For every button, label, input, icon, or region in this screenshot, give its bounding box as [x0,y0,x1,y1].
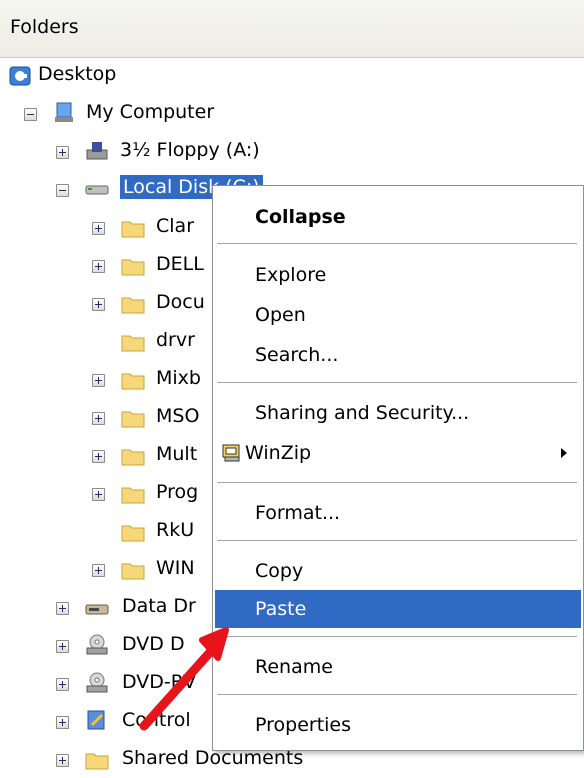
floppy-drive-icon [86,142,108,160]
menu-item-label: Explore [255,264,327,286]
tree-item-folder[interactable]: Prog [0,476,220,512]
control-panel-icon [87,710,105,730]
dvd-rw-drive-icon [86,672,108,693]
menu-item-label: WinZip [245,442,312,464]
menu-item-open[interactable]: Open [215,296,581,334]
folder-icon [121,373,145,390]
menu-item-label: Paste [255,598,307,620]
removable-drive-icon [85,604,109,615]
menu-item-label: Format... [255,502,341,524]
expand-toggle-icon[interactable] [92,298,105,311]
menu-item-label: Sharing and Security... [255,402,470,424]
tree-item-label: WIN [156,557,195,579]
desktop-icon [9,66,31,86]
menu-item-properties[interactable]: Properties [215,706,581,744]
expand-toggle-icon[interactable] [92,564,105,577]
expand-toggle-icon[interactable] [92,222,105,235]
menu-item-label: Rename [255,656,333,678]
tree-item-folder[interactable]: MSO [0,400,220,436]
tree-item-folder[interactable]: DELL [0,248,220,284]
folders-title: Folders [10,16,79,38]
tree-item-label: Prog [156,481,199,503]
folder-icon [85,753,109,770]
expand-toggle-icon[interactable] [92,260,105,273]
tree-item-folder[interactable]: RkU [0,514,220,550]
submenu-arrow-icon [561,448,567,458]
folder-icon [121,297,145,314]
menu-item-explore[interactable]: Explore [215,256,581,294]
dvd-drive-icon [86,634,108,655]
menu-item-label: Collapse [255,206,346,228]
menu-item-label: Properties [255,714,352,736]
tree-item-label: RkU [156,519,195,541]
tree-item-label: DELL [156,253,204,275]
tree-item-label: Desktop [38,63,117,85]
tree-item-label: MSO [156,405,200,427]
collapse-toggle-icon[interactable] [24,108,37,121]
folder-icon [121,259,145,276]
collapse-toggle-icon[interactable] [56,184,69,197]
context-menu: Collapse Explore Open Search... Sharing … [212,185,584,751]
menu-item-format[interactable]: Format... [215,494,581,532]
tree-item-label: Mixb [156,367,201,389]
expand-toggle-icon[interactable] [56,146,69,159]
folder-icon [121,487,145,504]
menu-item-sharing-security[interactable]: Sharing and Security... [215,394,581,432]
tree-item-folder[interactable]: Clar [0,210,220,246]
expand-toggle-icon[interactable] [56,602,69,615]
folders-panel-header: Folders [0,0,584,58]
folder-icon [121,525,145,542]
expand-toggle-icon[interactable] [92,450,105,463]
expand-toggle-icon[interactable] [92,488,105,501]
folder-icon [121,411,145,428]
folder-icon [121,221,145,238]
hard-disk-icon [85,185,109,195]
folder-icon [121,449,145,466]
tree-item-label: My Computer [86,101,215,123]
menu-separator [217,243,577,244]
menu-separator [217,636,577,637]
expand-toggle-icon[interactable] [92,374,105,387]
tree-item-folder[interactable]: Mixb [0,362,220,398]
tree-item-label: Docu [156,291,205,313]
menu-item-label: Search... [255,344,339,366]
expand-toggle-icon[interactable] [56,678,69,691]
folder-icon [121,335,145,352]
menu-item-rename[interactable]: Rename [215,648,581,686]
menu-item-copy[interactable]: Copy [215,552,581,590]
menu-item-winzip[interactable]: WinZip [215,434,581,472]
menu-separator [217,382,577,383]
expand-toggle-icon[interactable] [56,716,69,729]
red-arrow-annotation [139,627,229,731]
menu-separator [217,540,577,541]
tree-item-label: 3½ Floppy (A:) [120,139,260,161]
menu-item-search[interactable]: Search... [215,336,581,374]
winzip-icon [222,444,240,462]
menu-item-label: Copy [255,560,304,582]
tree-item-floppy[interactable]: 3½ Floppy (A:) [0,134,320,170]
menu-item-paste[interactable]: Paste [215,590,581,628]
expand-toggle-icon[interactable] [92,412,105,425]
menu-separator [217,694,577,695]
tree-item-my-computer[interactable]: My Computer [0,96,300,132]
menu-item-label: Open [255,304,306,326]
tree-item-label: Clar [156,215,194,237]
tree-item-desktop[interactable]: Desktop [0,58,300,94]
tree-item-label: drvr [156,329,195,351]
tree-item-folder[interactable]: Docu [0,286,220,322]
folder-icon [121,563,145,580]
tree-item-folder[interactable]: Mult [0,438,220,474]
tree-item-label: Mult [156,443,198,465]
expand-toggle-icon[interactable] [56,640,69,653]
tree-item-folder[interactable]: WIN [0,552,220,588]
computer-icon [55,102,73,122]
tree-item-folder[interactable]: drvr [0,324,220,360]
expand-toggle-icon[interactable] [56,754,69,767]
menu-separator [217,482,577,483]
menu-item-collapse[interactable]: Collapse [215,198,581,236]
